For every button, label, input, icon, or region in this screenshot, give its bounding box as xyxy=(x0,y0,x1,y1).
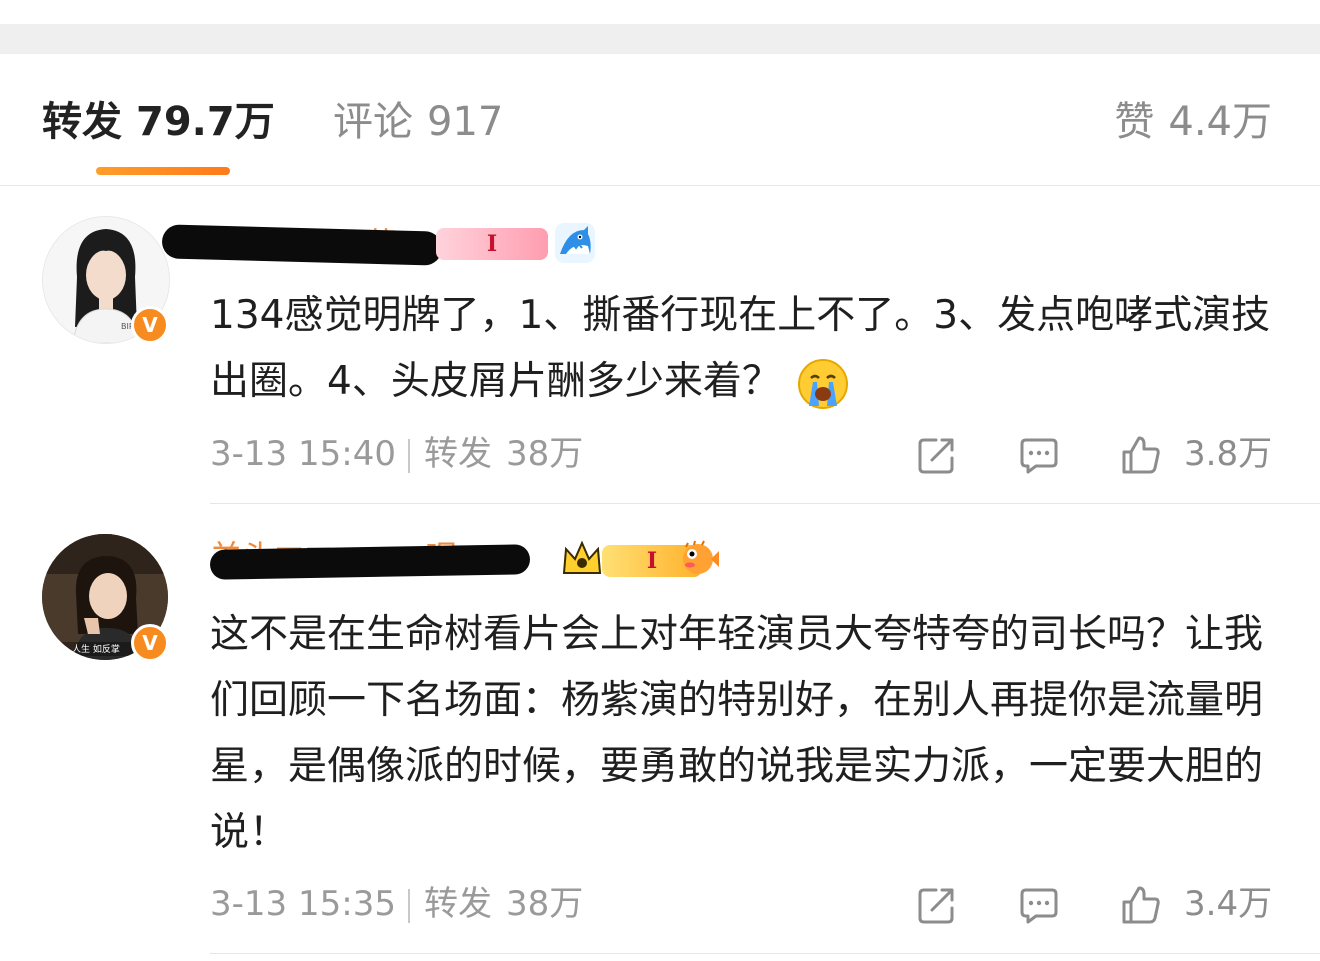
tab-comment-count: 917 xyxy=(427,99,504,145)
comment-divider xyxy=(210,953,1320,954)
section-gap xyxy=(0,24,1320,54)
tab-repost-label: 转发 xyxy=(42,99,122,145)
comment-divider xyxy=(210,503,1320,504)
tab-comment-label: 评论 xyxy=(333,99,413,145)
like-count: 3.4万 xyxy=(1184,884,1273,924)
comment-item: BIRTH V 薛薛■■■薛 I 134感觉明牌了，1、撕番行现在上不了。3、发… xyxy=(0,186,1320,504)
comment-item: 人生 如反掌 V 羊头■■■■■呢 I 这不是在生命树看片会上对年轻演员大夸特夸… xyxy=(0,505,1320,954)
verified-badge-icon: V xyxy=(131,306,169,344)
puffer-fish-icon xyxy=(683,540,719,574)
tab-comment[interactable]: 评论 917 xyxy=(333,94,503,150)
comment-text-body: 134感觉明牌了，1、撕番行现在上不了。3、发点咆哮式演技出圈。4、头皮屑片酬多… xyxy=(210,293,1271,404)
thumbs-up-icon[interactable] xyxy=(1120,884,1162,926)
comment-actions: 3.4万 xyxy=(0,880,1320,928)
thumbs-up-icon[interactable] xyxy=(1120,434,1162,476)
crown-icon xyxy=(562,540,602,574)
share-icon[interactable] xyxy=(916,434,958,476)
tab-like[interactable]: 赞 4.4万 xyxy=(1114,94,1272,150)
share-icon[interactable] xyxy=(916,884,958,926)
verified-badge-icon: V xyxy=(131,624,169,662)
tab-repost[interactable]: 转发 79.7万 xyxy=(42,94,275,150)
comment-icon[interactable] xyxy=(1018,884,1060,926)
shark-icon xyxy=(555,223,595,263)
comment-actions: 3.8万 xyxy=(0,430,1320,478)
active-tab-indicator xyxy=(96,167,230,175)
redaction-mark xyxy=(209,544,531,580)
crying-face-icon xyxy=(797,358,848,409)
svg-text:人生 如反掌: 人生 如反掌 xyxy=(72,643,120,655)
comment-text: 这不是在生命树看片会上对年轻演员大夸特夸的司长吗？让我们回顾一下名场面：杨紫演的… xyxy=(210,612,1264,855)
like-count: 3.8万 xyxy=(1184,434,1273,474)
comment-text: 134感觉明牌了，1、撕番行现在上不了。3、发点咆哮式演技出圈。4、头皮屑片酬多… xyxy=(210,283,1280,415)
redaction-mark xyxy=(161,224,443,266)
status-bar-area xyxy=(0,0,1320,24)
tab-repost-count: 79.7万 xyxy=(136,99,275,145)
tab-like-label: 赞 xyxy=(1114,99,1155,145)
level-badge: I xyxy=(436,228,548,260)
tab-bar: 转发 79.7万 评论 917 赞 4.4万 xyxy=(0,54,1320,186)
comment-icon[interactable] xyxy=(1018,434,1060,476)
tab-like-count: 4.4万 xyxy=(1168,99,1272,145)
